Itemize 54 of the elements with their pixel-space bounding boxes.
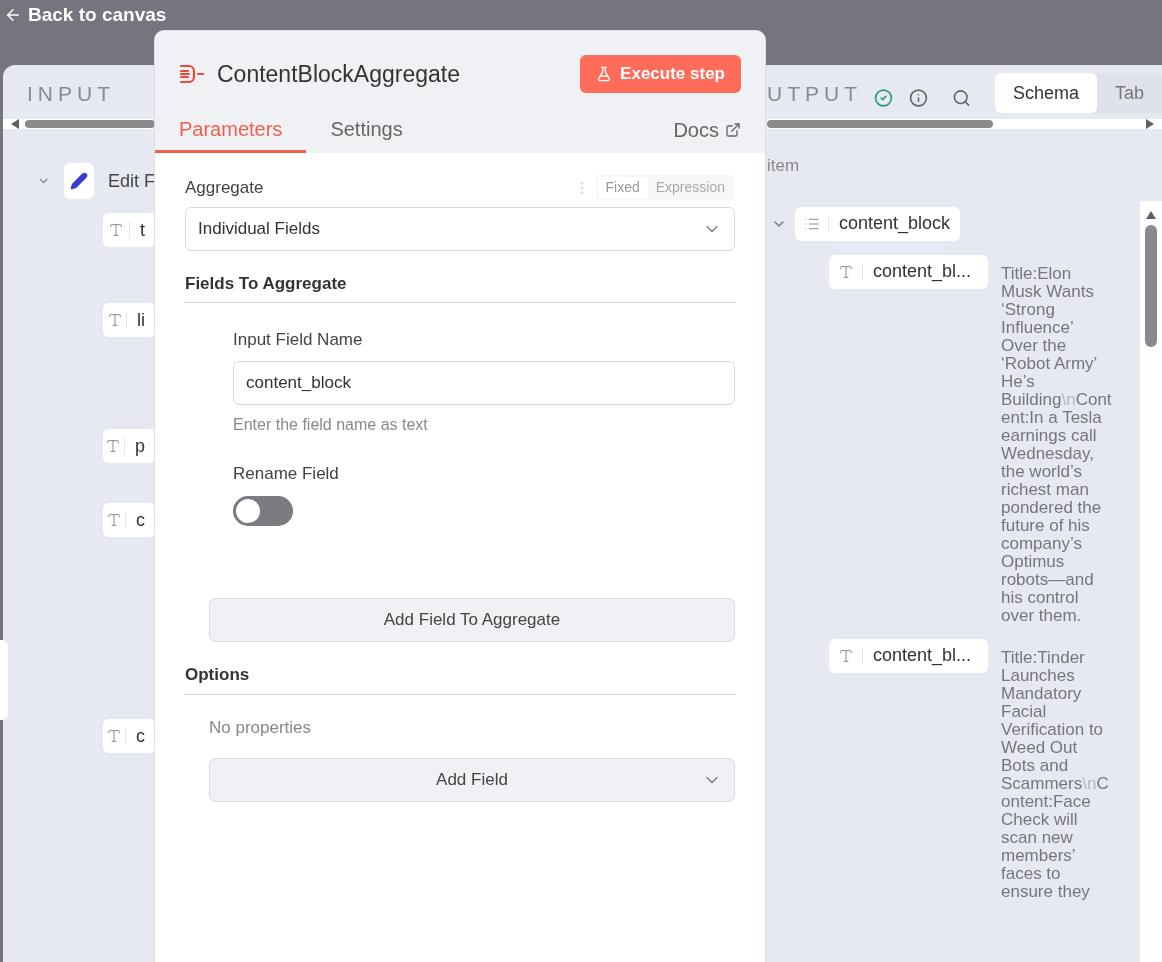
- section-heading: Options: [185, 665, 250, 684]
- scrollbar[interactable]: [3, 119, 155, 129]
- field-pill[interactable]: t: [103, 213, 155, 247]
- scroll-left-icon[interactable]: [11, 119, 19, 129]
- aggregate-select[interactable]: Individual Fields: [185, 206, 735, 251]
- field-label: Rename Field: [233, 462, 340, 485]
- panel-title: INPUT: [27, 80, 115, 107]
- field-label: Input Field Name: [233, 329, 364, 351]
- text-type-icon: [105, 438, 122, 454]
- text-type-icon: [837, 263, 854, 280]
- external-link-icon: [725, 122, 741, 138]
- field-pill[interactable]: li: [103, 303, 155, 337]
- dialog-title: ContentBlockAggregate: [217, 59, 460, 89]
- text-type-icon: [837, 647, 854, 664]
- scrollbar[interactable]: [767, 119, 1162, 129]
- pencil-icon: [70, 172, 89, 190]
- field-label: Aggregate: [185, 177, 264, 199]
- add-field-to-aggregate-button[interactable]: Add Field To Aggregate: [209, 598, 735, 642]
- success-check-icon: [874, 87, 893, 109]
- scroll-up-icon[interactable]: [1146, 211, 1156, 219]
- flask-icon: [596, 66, 613, 82]
- field-pill[interactable]: content_block: [795, 206, 961, 241]
- back-button[interactable]: Back to canvas: [4, 0, 167, 30]
- scroll-thumb[interactable]: [767, 120, 993, 128]
- field-pill[interactable]: c: [103, 719, 155, 753]
- rename-toggle[interactable]: [233, 496, 293, 526]
- node-name: Edit F: [108, 169, 155, 193]
- input-field[interactable]: content_block: [233, 360, 735, 405]
- text-type-icon: [106, 728, 122, 744]
- view-tab[interactable]: Schema: [994, 73, 1097, 113]
- side-handle[interactable]: [0, 640, 8, 720]
- aggregate-node-icon: [179, 63, 205, 85]
- field-pill[interactable]: content_bl...: [829, 254, 988, 289]
- field-hint: Enter the field name as text: [233, 414, 429, 435]
- section-heading: Fields To Aggregate: [185, 273, 347, 293]
- info-icon[interactable]: [908, 87, 928, 109]
- empty-message: No properties: [209, 716, 313, 739]
- scroll-thumb[interactable]: [1145, 225, 1157, 347]
- docs-link[interactable]: Docs: [673, 107, 765, 153]
- panel-title: UTPUT: [767, 80, 862, 107]
- field-value: Title:Tinder Launches Mandatory Facial Verification to Weed Out Bots and Scammers\nContent:Face Check will scan new members’ faces to ensure they: [1001, 646, 1110, 901]
- field-pill[interactable]: c: [103, 503, 155, 537]
- vertical-scrollbar[interactable]: [1140, 201, 1162, 962]
- add-field-dropdown[interactable]: Add Field: [209, 758, 735, 802]
- field-pill[interactable]: content_bl...: [829, 638, 988, 673]
- text-type-icon: [106, 512, 122, 528]
- text-type-icon: [108, 222, 124, 238]
- field-pill[interactable]: p: [103, 429, 155, 463]
- text-type-icon: [106, 312, 123, 328]
- search-icon[interactable]: [951, 87, 971, 109]
- dialog-tab[interactable]: Settings: [306, 107, 427, 153]
- item-count: item: [767, 155, 801, 177]
- scroll-right-icon[interactable]: [1146, 119, 1154, 129]
- scroll-thumb[interactable]: [25, 120, 155, 128]
